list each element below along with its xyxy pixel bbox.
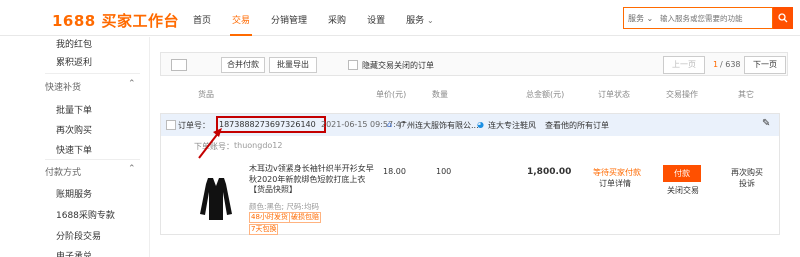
nav-settings[interactable]: 设置 bbox=[367, 13, 385, 26]
chevron-up-icon[interactable]: ⌃ bbox=[128, 79, 136, 89]
product-title[interactable]: 木耳边v领紧身长袖针织半开衫女早秋2020年新款绑色短款打底上衣【货品快照】 bbox=[249, 164, 375, 196]
sidebar: 我的红包 累积返利 快速补货 ⌃ 批量下单 再次购买 快速下单 付款方式 ⌃ 账… bbox=[0, 37, 150, 257]
pay-button[interactable]: 付款 bbox=[663, 165, 701, 182]
total-pages: / 638 bbox=[720, 60, 741, 69]
nav-services[interactable]: 服务 ⌄ bbox=[406, 13, 434, 26]
order-header: 订单号： 1873888273697326140 2021-06-15 09:5… bbox=[161, 114, 779, 136]
highlight-box bbox=[216, 116, 326, 133]
col-unit-price: 单价(元) bbox=[376, 90, 407, 99]
nav-distribution[interactable]: 分销管理 bbox=[271, 13, 307, 26]
house-icon: ⌂ bbox=[387, 120, 393, 129]
main-nav: 首页 交易 分销管理 采购 设置 服务 ⌄ bbox=[193, 13, 455, 36]
hide-closed-label: 隐藏交易关闭的订单 bbox=[362, 61, 434, 70]
search-button[interactable] bbox=[773, 7, 793, 29]
sidebar-item-special-fund[interactable]: 1688采购专款 bbox=[56, 208, 115, 221]
close-trade-link[interactable]: 关闭交易 bbox=[667, 185, 699, 196]
tag-damage-compensation: 破损包赔 bbox=[289, 212, 321, 223]
chevron-down-icon: ⌄ bbox=[426, 16, 434, 25]
col-quantity: 数量 bbox=[432, 90, 448, 99]
sidebar-item-batch-order[interactable]: 批量下单 bbox=[56, 103, 92, 116]
tag-48h-ship: 48小时发货 bbox=[249, 212, 290, 223]
total-amount: 1,800.00 bbox=[527, 167, 572, 177]
tag-7day-exchange: 7天包换 bbox=[249, 224, 279, 235]
col-status: 订单状态 bbox=[598, 90, 630, 99]
order-checkbox[interactable] bbox=[166, 120, 176, 130]
note-icon[interactable]: ✎ bbox=[762, 118, 770, 129]
sidebar-item-credit[interactable]: 账期服务 bbox=[56, 187, 92, 200]
sidebar-item-rebuy[interactable]: 再次购买 bbox=[56, 123, 92, 136]
sidebar-item-red-packet[interactable]: 我的红包 bbox=[56, 37, 92, 50]
select-all-checkbox[interactable] bbox=[171, 59, 187, 71]
divider bbox=[45, 73, 140, 74]
sidebar-item-staged-trade[interactable]: 分阶段交易 bbox=[56, 229, 101, 242]
annotation-arrow bbox=[198, 128, 222, 159]
nav-services-label: 服务 bbox=[406, 16, 425, 26]
top-bar: 1688 买家工作台 首页 交易 分销管理 采购 设置 服务 ⌄ 服务 ⌄ bbox=[0, 0, 800, 36]
divider bbox=[45, 159, 140, 160]
nav-home[interactable]: 首页 bbox=[193, 13, 211, 26]
rebuy-link[interactable]: 再次购买 bbox=[731, 167, 763, 178]
nav-trade[interactable]: 交易 bbox=[230, 13, 253, 36]
search-input[interactable] bbox=[660, 10, 772, 26]
search-box: 服务 ⌄ bbox=[623, 7, 773, 29]
sidebar-item-rebate[interactable]: 累积返利 bbox=[56, 55, 92, 68]
table-header: 货品 单价(元) 数量 总金额(元) 订单状态 交易操作 其它 bbox=[160, 85, 788, 105]
product-thumbnail bbox=[200, 178, 232, 220]
hide-closed-checkbox[interactable] bbox=[348, 60, 358, 70]
contact-name[interactable]: 连大专注鞋风 bbox=[488, 120, 536, 131]
col-product: 货品 bbox=[198, 90, 214, 99]
next-page-button[interactable]: 下一页 bbox=[744, 56, 786, 74]
order-toolbar: 合并付款 批量导出 隐藏交易关闭的订单 上一页 1 / 638 下一页 bbox=[160, 52, 788, 76]
search-scope-select[interactable]: 服务 ⌄ bbox=[628, 13, 653, 24]
unit-price: 18.00 bbox=[383, 167, 406, 176]
view-all-orders-link[interactable]: 查看他的所有订单 bbox=[545, 120, 609, 131]
shop-name[interactable]: 广州连大服饰有限公... bbox=[399, 120, 479, 131]
order-detail-link[interactable]: 订单详情 bbox=[599, 178, 631, 189]
search-icon bbox=[778, 13, 788, 23]
order-status: 等待买家付款 bbox=[593, 168, 641, 177]
order-card: 订单号： 1873888273697326140 2021-06-15 09:5… bbox=[160, 113, 780, 235]
order-time: 2021-06-15 09:57:47 bbox=[321, 120, 406, 129]
current-page: 1 bbox=[713, 60, 719, 69]
col-total: 总金额(元) bbox=[526, 90, 565, 99]
product-image[interactable] bbox=[196, 174, 236, 224]
quantity: 100 bbox=[436, 167, 452, 176]
prev-page-button[interactable]: 上一页 bbox=[663, 56, 705, 74]
nav-purchase[interactable]: 采购 bbox=[328, 13, 346, 26]
complain-link[interactable]: 投诉 bbox=[739, 178, 755, 189]
sidebar-item-e-acceptance[interactable]: 电子承兑 bbox=[56, 249, 92, 257]
sidebar-item-quick-order[interactable]: 快速下单 bbox=[56, 143, 92, 156]
sidebar-section-payment[interactable]: 付款方式 bbox=[45, 165, 81, 178]
chevron-up-icon[interactable]: ⌃ bbox=[128, 164, 136, 174]
merge-pay-button[interactable]: 合并付款 bbox=[221, 57, 265, 73]
logo[interactable]: 1688 买家工作台 bbox=[52, 10, 179, 31]
sidebar-section-restock[interactable]: 快速补货 bbox=[45, 80, 81, 93]
wangwang-icon[interactable]: ◕ bbox=[477, 120, 484, 129]
col-other: 其它 bbox=[738, 90, 754, 99]
col-action: 交易操作 bbox=[666, 90, 698, 99]
buyer-account: thuongdo12 bbox=[234, 141, 283, 150]
batch-export-button[interactable]: 批量导出 bbox=[269, 57, 317, 73]
product-attrs: 颜色:黑色; 尺码:均码 bbox=[249, 202, 319, 211]
